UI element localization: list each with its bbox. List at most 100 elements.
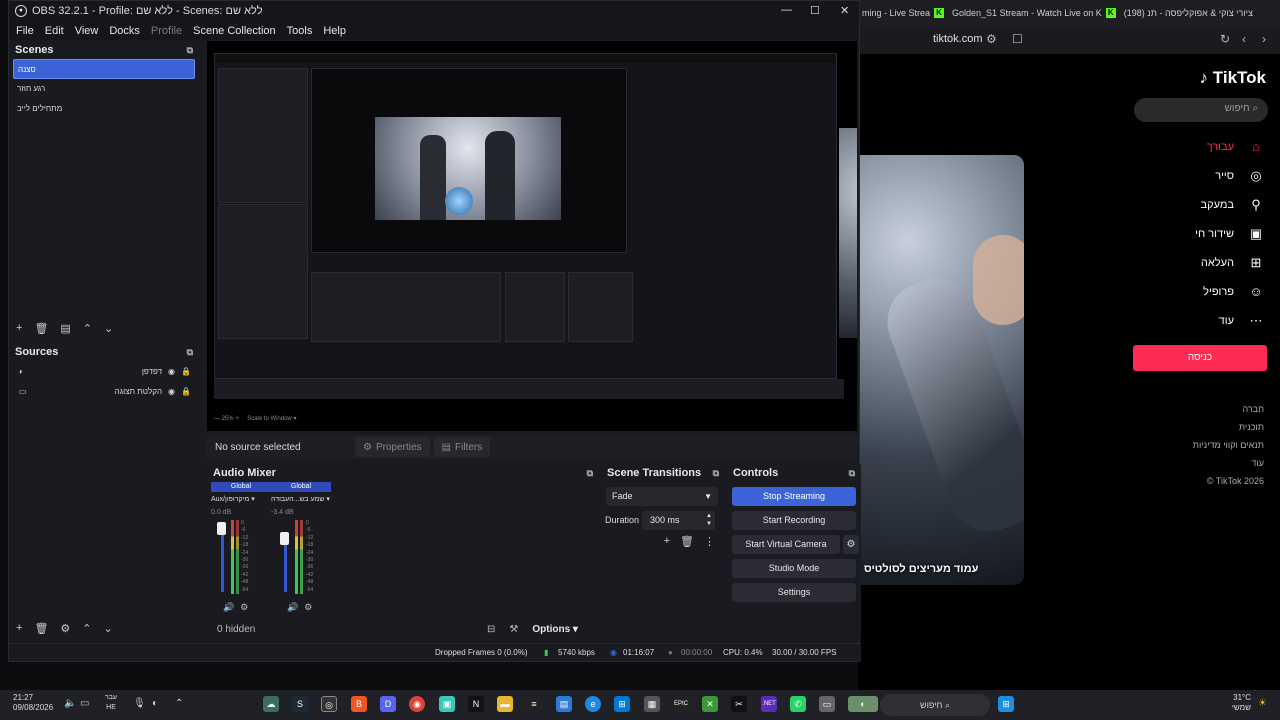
clock[interactable]: 21:27 09/08/2026 — [13, 693, 53, 713]
duration-input[interactable]: 300 ms ▲ ▼ — [642, 511, 715, 530]
nav-item-more[interactable]: עוד ⋯ — [1124, 306, 1264, 335]
more-icon[interactable]: ⋮ — [704, 535, 715, 548]
app-icon[interactable]: ▭ — [819, 696, 835, 712]
filters-button[interactable]: ▤ Filters — [433, 437, 491, 457]
app-icon[interactable]: ▦ — [644, 696, 660, 712]
nav-item-profile[interactable]: פרופיל ☺ — [1124, 277, 1264, 306]
undock-icon[interactable]: ⧉ — [187, 45, 193, 56]
dotnet-icon[interactable]: .NET — [761, 696, 777, 712]
discord-icon[interactable]: D — [380, 696, 396, 712]
volume-slider-handle[interactable] — [217, 522, 226, 535]
properties-button[interactable]: ⚙ Properties — [355, 437, 430, 457]
move-up-icon[interactable]: ⌃ — [82, 622, 91, 635]
menu-tools[interactable]: Tools — [287, 25, 313, 37]
move-down-icon[interactable]: ⌄ — [104, 622, 113, 635]
add-icon[interactable]: + — [664, 535, 670, 548]
epic-icon[interactable]: EPIC — [673, 696, 689, 712]
trash-icon[interactable]: 🗑 — [680, 535, 694, 548]
nvidia-icon[interactable]: N — [468, 696, 484, 712]
volume-slider-handle[interactable] — [280, 532, 289, 545]
back-icon[interactable]: ‹ — [1242, 32, 1246, 46]
edge-icon[interactable]: e — [585, 696, 601, 712]
eye-icon[interactable]: ◉ — [168, 387, 175, 396]
tray-icon[interactable]: ◐ — [152, 698, 158, 709]
source-item[interactable]: ▭ הקלטת תצוגה ◉ 🔒 — [9, 381, 199, 401]
speaker-icon[interactable]: 🔈 — [64, 698, 76, 709]
channel-name[interactable]: שמע בש...העבודה ▾ — [271, 495, 331, 503]
add-icon[interactable]: + — [16, 622, 22, 634]
browser-tab[interactable]: Golden_S1 Stream - Watch Live on KK — [952, 8, 1116, 18]
add-icon[interactable]: + — [16, 322, 22, 334]
language-indicator[interactable]: עבר HE — [105, 693, 117, 713]
lock-icon[interactable]: 🔒 — [181, 367, 191, 376]
browser-tab[interactable]: (198) ציורי צוקי & אפוקליפסה - תנ — [1124, 8, 1253, 18]
start-virtual-camera-button[interactable]: Start Virtual Camera — [732, 535, 840, 554]
app-icon-cloud[interactable]: ☁ — [263, 696, 279, 712]
trash-icon[interactable]: 🗑 — [34, 322, 48, 335]
nav-item-upload[interactable]: העלאה ⊞ — [1124, 248, 1264, 277]
trash-icon[interactable]: 🗑 — [34, 622, 48, 635]
footer-link[interactable]: חברה — [1193, 400, 1264, 418]
bookmark-icon[interactable]: ☐ — [1012, 32, 1023, 46]
chevron-up-icon[interactable]: ⌃ — [175, 698, 183, 709]
speaker-icon[interactable]: 🔊 — [223, 602, 234, 613]
taskbar-search[interactable]: חיפוש ⌕ — [880, 694, 990, 716]
browser-tab[interactable]: ming - Live Strea K — [862, 8, 945, 18]
close-icon[interactable]: ✕ — [840, 4, 849, 17]
spinner-icon[interactable]: ▲ ▼ — [706, 512, 712, 528]
options-button[interactable]: Options ▾ — [532, 624, 578, 635]
app-icon[interactable]: ✕ — [702, 696, 718, 712]
transition-select[interactable]: Fade ▼ — [606, 487, 718, 506]
steam-icon[interactable]: S — [292, 696, 308, 712]
microphone-icon[interactable]: 🎙 — [133, 698, 146, 709]
speaker-icon[interactable]: 🔊 — [287, 602, 298, 613]
minimize-icon[interactable]: — — [781, 4, 792, 16]
tiktok-video[interactable]: עמוד מעריצים לסולטיס — [858, 155, 1024, 585]
menu-help[interactable]: Help — [323, 25, 346, 37]
network-icon[interactable]: ▭ — [80, 698, 89, 709]
tiktok-logo[interactable]: ♪ TikTok — [1200, 68, 1266, 88]
menu-view[interactable]: View — [75, 25, 99, 37]
nav-item-for-you[interactable]: עבורך ⌂ — [1124, 132, 1264, 161]
reload-icon[interactable]: ↻ — [1220, 32, 1230, 46]
lock-icon[interactable]: 🔒 — [181, 387, 191, 396]
gear-icon[interactable]: ⚙ — [60, 622, 70, 635]
store-icon[interactable]: ⊞ — [614, 696, 630, 712]
start-icon[interactable]: ⊞ — [998, 696, 1014, 712]
studio-mode-button[interactable]: Studio Mode — [732, 559, 856, 578]
footer-link[interactable]: תנאים וקווי מדיניות — [1193, 436, 1264, 454]
footer-link[interactable]: תוכנית — [1193, 418, 1264, 436]
preview-canvas[interactable]: — 25% + Scale to Window ▾ — [207, 41, 857, 431]
scene-item[interactable]: רגע חוזר — [13, 79, 195, 99]
menu-docks[interactable]: Docks — [109, 25, 140, 37]
scene-item[interactable]: מתחילים לייב — [13, 99, 195, 119]
brave-icon[interactable]: B — [351, 696, 367, 712]
source-item[interactable]: ◐ דפדפן ◉ 🔒 — [9, 361, 199, 381]
weather[interactable]: 31°C שמשי — [1225, 693, 1251, 713]
menu-edit[interactable]: Edit — [45, 25, 64, 37]
stop-streaming-button[interactable]: Stop Streaming — [732, 487, 856, 506]
capcut-icon[interactable]: ✂ — [731, 696, 747, 712]
undock-icon[interactable]: ⧉ — [713, 468, 719, 479]
obs-taskbar-icon[interactable]: ◎ — [321, 696, 337, 712]
address-bar[interactable]: tiktok.com ⚙ ☐ ↻ ‹ › — [858, 26, 1280, 54]
wrench-icon[interactable]: ⚒ — [509, 624, 518, 635]
nav-item-explore[interactable]: סייר ◎ — [1124, 161, 1264, 190]
tiktok-search-input[interactable]: חיפוש ⌕ — [1134, 98, 1268, 122]
menu-file[interactable]: File — [16, 25, 34, 37]
forward-icon[interactable]: › — [1262, 32, 1266, 46]
tiktok-login-button[interactable]: כניסה — [1133, 345, 1267, 371]
whatsapp-icon[interactable]: ✆ — [790, 696, 806, 712]
gear-icon[interactable]: ⚙ — [240, 602, 248, 613]
footer-link[interactable]: עוד — [1193, 454, 1264, 472]
folder-icon[interactable]: ▬ — [497, 696, 513, 712]
nav-item-live[interactable]: שידור חי ▣ — [1124, 219, 1264, 248]
filters-icon[interactable]: ▤ — [60, 322, 70, 335]
move-up-icon[interactable]: ⌃ — [83, 322, 92, 335]
undock-icon[interactable]: ⧉ — [587, 468, 593, 479]
chrome-icon[interactable]: ◉ — [409, 696, 425, 712]
eye-icon[interactable]: ◉ — [168, 367, 175, 376]
settings-button[interactable]: Settings — [732, 583, 856, 602]
undock-icon[interactable]: ⧉ — [187, 347, 193, 358]
weather-widget-icon[interactable]: ◐ — [848, 696, 878, 712]
